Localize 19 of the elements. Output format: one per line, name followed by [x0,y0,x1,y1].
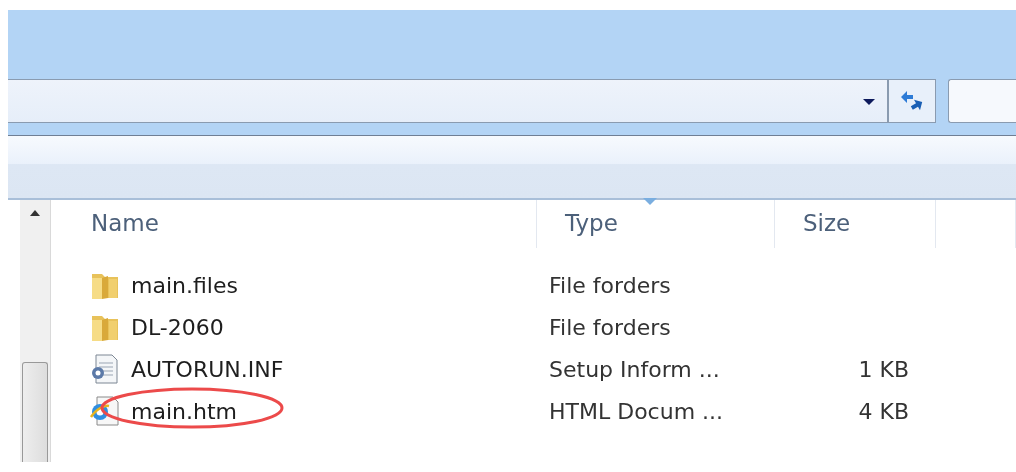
file-type: File forders [548,272,672,298]
file-name[interactable]: main.files [131,272,238,298]
scroll-up-icon[interactable] [28,208,42,218]
column-header[interactable]: Size [803,210,851,236]
web-page-file-icon [89,395,121,427]
file-name[interactable]: DL-2060 [131,314,224,340]
scroll-thumb[interactable] [22,362,48,462]
file-type: File forders [548,314,672,340]
file-type: HTML Docum ... [548,398,725,424]
column-header[interactable]: Type [565,210,618,236]
file-name[interactable]: AUTORUN.INF [131,356,284,382]
settings-file-icon [89,353,121,385]
refresh-button[interactable] [888,78,936,123]
file-type: Setup Inform ... [548,356,721,382]
file-size: 1 KB [857,356,909,382]
file-size: 4 KB [857,398,909,424]
column-header[interactable]: Name [91,210,159,236]
scrollbar[interactable] [20,200,51,462]
search-field[interactable] [948,78,1016,123]
